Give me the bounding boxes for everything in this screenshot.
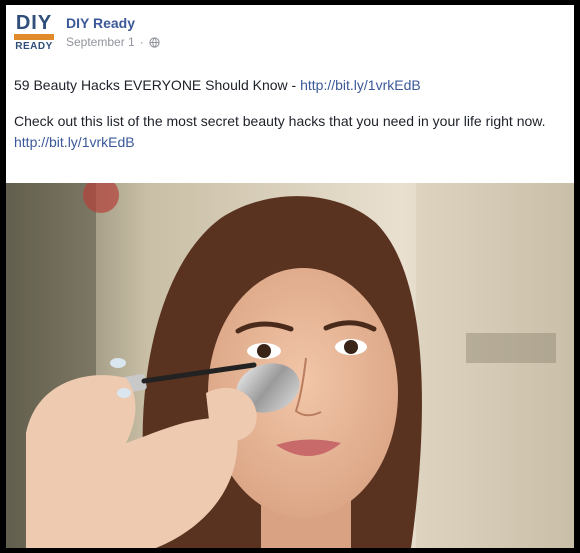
post-body: Check out this list of the most secret b… <box>14 111 562 153</box>
body-text: Check out this list of the most secret b… <box>14 113 546 129</box>
post-date-link[interactable]: September 1 <box>66 35 135 49</box>
page-avatar-logo[interactable]: DIY READY <box>13 13 55 55</box>
post-message: 59 Beauty Hacks EVERYONE Should Know - h… <box>14 75 562 153</box>
globe-icon[interactable] <box>149 36 160 48</box>
post-header: DIY READY DIY Ready September 1 · <box>6 5 574 65</box>
post-photo[interactable] <box>6 183 574 548</box>
headline-text: 59 Beauty Hacks EVERYONE Should Know - <box>14 77 301 93</box>
headline-link[interactable]: http://bit.ly/1vrkEdB <box>300 77 421 93</box>
logo-top-text: DIY <box>15 12 53 34</box>
post-meta: September 1 · <box>66 35 160 49</box>
post-separator: · <box>139 35 144 49</box>
logo-bar <box>14 34 54 40</box>
photo-woman-mascara-spoon <box>6 183 574 548</box>
page-name-link[interactable]: DIY Ready <box>66 15 135 31</box>
logo-bottom-text: READY <box>15 41 53 52</box>
post-headline: 59 Beauty Hacks EVERYONE Should Know - h… <box>14 75 562 96</box>
post-card: DIY READY DIY Ready September 1 · 59 Bea… <box>6 5 574 548</box>
body-link[interactable]: http://bit.ly/1vrkEdB <box>14 134 135 150</box>
